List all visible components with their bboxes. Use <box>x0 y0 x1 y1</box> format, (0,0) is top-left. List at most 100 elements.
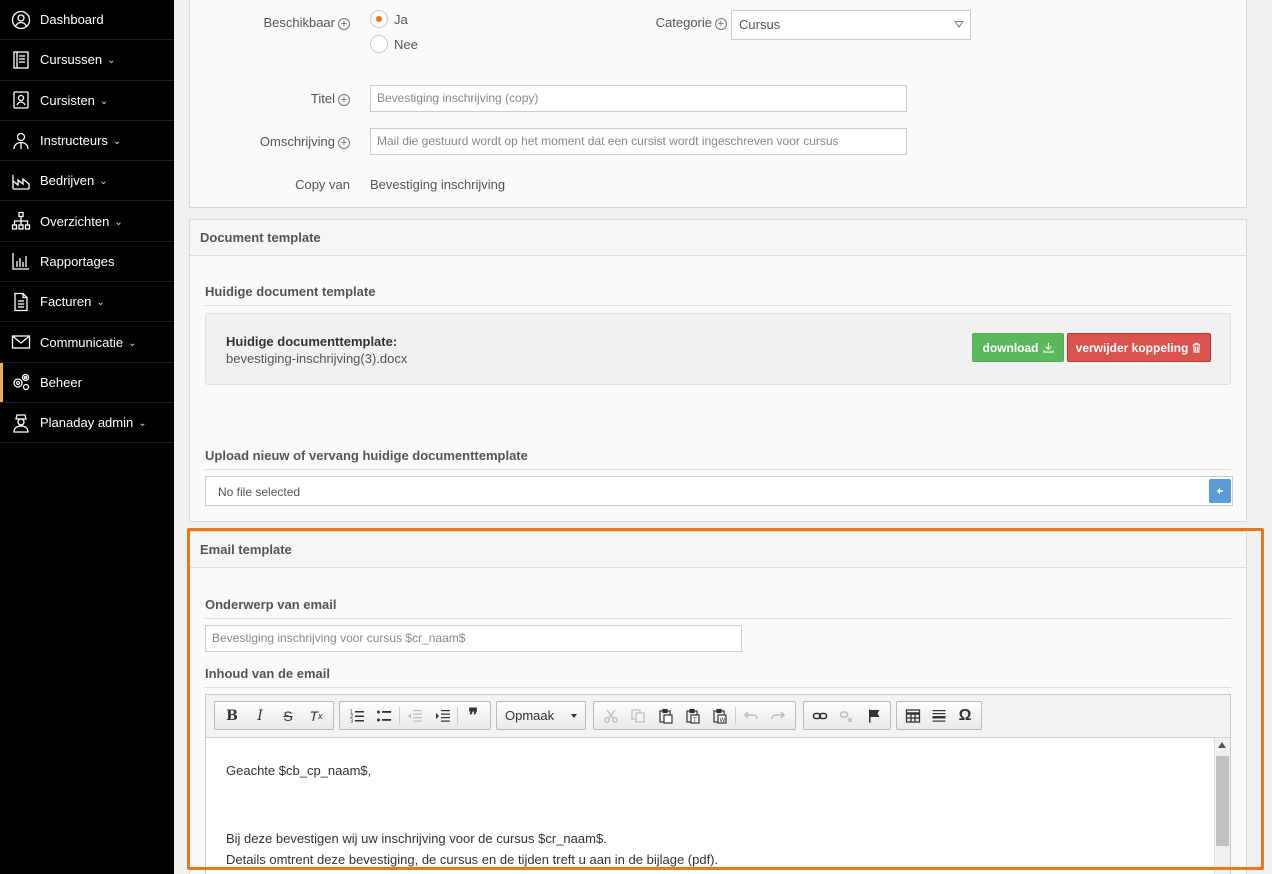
sidebar-item-label: Overzichten <box>40 213 110 229</box>
toolbar-separator <box>457 706 459 725</box>
book-icon <box>10 49 32 71</box>
sidebar: Dashboard Cursussen ⌄ Cursisten ⌄ Instru… <box>0 0 174 874</box>
sidebar-item-label: Cursisten <box>40 92 95 108</box>
sidebar-item-label: Beheer <box>40 374 82 390</box>
panel-header: Email template <box>190 532 1246 568</box>
toolbar-separator <box>399 706 401 725</box>
link-icon[interactable] <box>807 703 834 729</box>
beschikbaar-label: Beschikbaar + <box>250 15 350 30</box>
rich-text-editor: B I S Tx 123 ❞ Opmaak T W Ω Geachte $cb_… <box>205 694 1231 874</box>
indent-icon[interactable] <box>429 703 457 729</box>
remove-format-button[interactable]: Tx <box>302 703 330 729</box>
current-template-box: Huidige documenttemplate: bevestiging-in… <box>205 313 1231 385</box>
radio-circle[interactable] <box>370 35 388 53</box>
sidebar-item-cursussen[interactable]: Cursussen ⌄ <box>0 40 174 81</box>
categorie-select[interactable]: Cursus <box>731 10 971 40</box>
sidebar-item-bedrijven[interactable]: Bedrijven ⌄ <box>0 161 174 202</box>
dropdown-caret-icon <box>954 21 964 28</box>
copy-van-label: Copy van <box>295 177 350 192</box>
editor-blank-line <box>226 802 1194 828</box>
radio-circle[interactable] <box>370 10 388 28</box>
numbered-list-icon[interactable]: 123 <box>343 703 371 729</box>
upload-heading: Upload nieuw of vervang huidige document… <box>205 448 1231 470</box>
blockquote-button[interactable]: ❞ <box>459 703 487 729</box>
download-button[interactable]: download <box>972 333 1064 362</box>
file-input-text: No file selected <box>218 485 301 499</box>
table-icon[interactable] <box>900 703 926 729</box>
sidebar-item-cursisten[interactable]: Cursisten ⌄ <box>0 81 174 121</box>
upload-arrow-icon <box>1216 487 1224 495</box>
redo-icon[interactable] <box>765 703 792 729</box>
svg-text:3: 3 <box>350 718 353 724</box>
format-dropdown[interactable]: Opmaak <box>496 701 586 730</box>
sidebar-item-planaday-admin[interactable]: Planaday admin ⌄ <box>0 403 174 444</box>
sidebar-item-facturen[interactable]: Facturen ⌄ <box>0 282 174 323</box>
chevron-down-icon: ⌄ <box>114 216 123 228</box>
subject-heading: Onderwerp van email <box>205 597 1231 619</box>
scrollbar-thumb[interactable] <box>1216 756 1229 846</box>
bar-chart-icon <box>10 250 32 272</box>
bullet-list-icon[interactable] <box>371 703 399 729</box>
editor-blank-line <box>226 781 1194 802</box>
sidebar-item-label: Bedrijven <box>40 173 95 189</box>
sidebar-item-instructeurs[interactable]: Instructeurs ⌄ <box>0 121 174 162</box>
instructor-icon <box>10 130 32 152</box>
file-browse-button[interactable] <box>1209 479 1231 503</box>
titel-input[interactable]: Bevestiging inschrijving (copy) <box>370 85 907 112</box>
editor-scrollbar[interactable] <box>1214 738 1230 874</box>
paste-word-icon[interactable]: W <box>707 703 734 729</box>
editor-line: Geachte $cb_cp_naam$, <box>226 763 372 778</box>
sidebar-item-label: Communicatie <box>40 334 124 350</box>
editor-line: Details omtrent deze bevestiging, de cur… <box>226 852 719 867</box>
undo-icon[interactable] <box>737 703 764 729</box>
sidebar-item-label: Planaday admin <box>40 415 134 431</box>
sidebar-item-overzichten[interactable]: Overzichten ⌄ <box>0 201 174 242</box>
contact-card-icon <box>10 89 32 111</box>
italic-button[interactable]: I <box>246 703 274 729</box>
chevron-down-icon: ⌄ <box>96 297 105 309</box>
editor-content[interactable]: Geachte $cb_cp_naam$, Bij deze bevestige… <box>206 738 1214 874</box>
special-character-button[interactable]: Ω <box>952 703 978 729</box>
sitemap-icon <box>10 210 32 232</box>
toolbar-group-clipboard: T W <box>593 701 796 730</box>
radio-ja[interactable]: Ja <box>370 10 408 28</box>
outdent-icon[interactable] <box>401 703 429 729</box>
subject-input[interactable]: Bevestiging inschrijving voor cursus $cr… <box>205 625 742 652</box>
bold-button[interactable]: B <box>218 703 246 729</box>
factory-icon <box>10 170 32 192</box>
sidebar-item-beheer[interactable]: Beheer <box>0 362 174 403</box>
horizontal-line-icon[interactable] <box>926 703 952 729</box>
add-info-icon[interactable]: + <box>715 18 727 30</box>
anchor-flag-icon[interactable] <box>860 703 887 729</box>
add-info-icon[interactable]: + <box>338 94 350 106</box>
sidebar-item-rapportages[interactable]: Rapportages <box>0 242 174 283</box>
omschrijving-input[interactable]: Mail die gestuurd wordt op het moment da… <box>370 128 907 155</box>
sidebar-item-label: Dashboard <box>40 12 104 28</box>
gears-icon <box>10 371 32 393</box>
radio-nee[interactable]: Nee <box>370 35 418 53</box>
paste-text-icon[interactable]: T <box>679 703 706 729</box>
sidebar-item-dashboard[interactable]: Dashboard <box>0 0 174 41</box>
toolbar-separator <box>735 706 737 725</box>
chevron-down-icon: ⌄ <box>112 136 122 148</box>
unlink-icon[interactable] <box>834 703 861 729</box>
svg-text:W: W <box>720 717 726 724</box>
document-template-panel: Document template Huidige document templ… <box>189 219 1247 522</box>
add-info-icon[interactable]: + <box>338 18 350 30</box>
paste-icon[interactable] <box>652 703 679 729</box>
chevron-down-icon: ⌄ <box>99 95 109 107</box>
add-info-icon[interactable]: + <box>338 137 350 149</box>
svg-text:T: T <box>692 717 697 724</box>
toolbar-group-links <box>803 701 891 730</box>
chevron-down-icon: ⌄ <box>138 418 147 430</box>
invoice-icon <box>10 291 32 313</box>
strikethrough-button[interactable]: S <box>274 703 302 729</box>
file-upload-input[interactable]: No file selected <box>205 476 1233 506</box>
copy-van-value: Bevestiging inschrijving <box>370 177 506 192</box>
copy-icon[interactable] <box>624 703 651 729</box>
scroll-up-arrow-icon[interactable] <box>1218 742 1226 748</box>
cut-icon[interactable] <box>597 703 624 729</box>
sidebar-item-communicatie[interactable]: Communicatie ⌄ <box>0 322 174 363</box>
chevron-down-icon: ⌄ <box>128 337 137 349</box>
remove-link-button[interactable]: verwijder koppeling <box>1067 333 1211 362</box>
